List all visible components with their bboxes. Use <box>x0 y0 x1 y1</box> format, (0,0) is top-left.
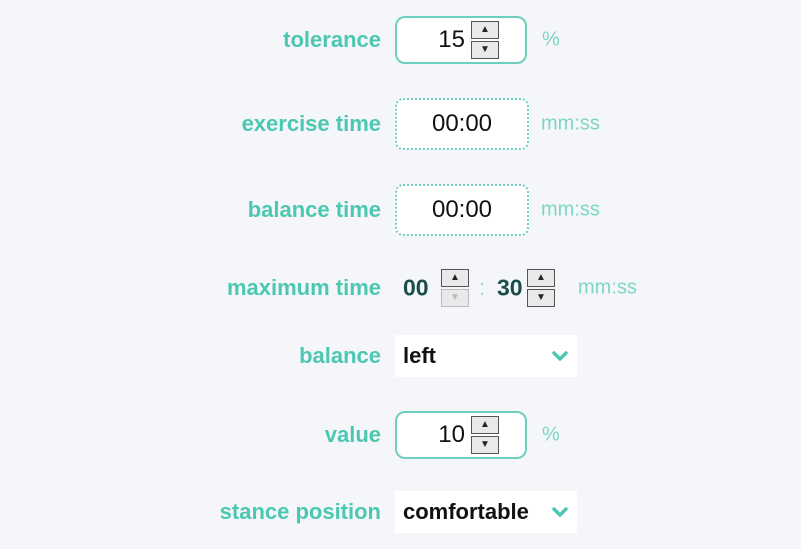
value-input[interactable]: 10 ▲ ▼ <box>395 411 527 459</box>
stance-position-dropdown[interactable]: comfortable <box>395 491 577 533</box>
tolerance-decrement-button[interactable]: ▼ <box>471 41 499 59</box>
value-unit: % <box>542 423 560 446</box>
value-stepper[interactable]: ▲ ▼ <box>471 416 499 454</box>
balance-row: balance left <box>0 326 801 386</box>
minutes-decrement-button[interactable]: ▼ <box>441 289 469 307</box>
tolerance-value: 15 <box>438 26 465 53</box>
tolerance-increment-button[interactable]: ▲ <box>471 21 499 39</box>
minutes-increment-button[interactable]: ▲ <box>441 269 469 287</box>
arrow-down-icon: ▼ <box>480 44 490 55</box>
value-increment-button[interactable]: ▲ <box>471 416 499 434</box>
balance-time-label: balance time <box>247 197 381 222</box>
arrow-down-icon: ▼ <box>480 439 490 450</box>
stance-position-row: stance position comfortable <box>0 482 801 542</box>
value-value: 10 <box>438 421 465 448</box>
chevron-down-icon <box>552 507 568 517</box>
arrow-up-icon: ▲ <box>536 272 546 283</box>
maximum-time-minutes[interactable]: 00 <box>403 275 429 302</box>
value-decrement-button[interactable]: ▼ <box>471 436 499 454</box>
arrow-up-icon: ▲ <box>480 419 490 430</box>
exercise-time-input[interactable]: 00:00 <box>395 98 529 150</box>
balance-label: balance <box>299 343 381 368</box>
value-label: value <box>324 422 381 447</box>
arrow-down-icon: ▼ <box>536 292 546 303</box>
balance-selected-value: left <box>403 343 436 368</box>
maximum-time-label: maximum time <box>226 275 381 300</box>
maximum-time-input: 00 ▲ ▼ : 30 ▲ ▼ <box>401 268 571 308</box>
seconds-stepper[interactable]: ▲ ▼ <box>527 269 555 307</box>
chevron-down-icon <box>552 351 568 361</box>
seconds-increment-button[interactable]: ▲ <box>527 269 555 287</box>
settings-panel: tolerance 15 ▲ ▼ % exercise time 00:00 m… <box>0 0 801 549</box>
stance-position-label: stance position <box>219 499 381 524</box>
stance-position-selected-value: comfortable <box>403 499 529 524</box>
exercise-time-value: 00:00 <box>431 110 493 137</box>
exercise-time-row: exercise time 00:00 mm:ss <box>0 94 801 154</box>
arrow-up-icon: ▲ <box>450 272 460 283</box>
tolerance-row: tolerance 15 ▲ ▼ % <box>0 10 801 70</box>
minutes-stepper[interactable]: ▲ ▼ <box>441 269 469 307</box>
time-separator: : <box>479 275 486 300</box>
tolerance-label: tolerance <box>283 27 381 52</box>
tolerance-unit: % <box>542 28 560 51</box>
balance-time-input[interactable]: 00:00 <box>395 184 529 236</box>
seconds-decrement-button[interactable]: ▼ <box>527 289 555 307</box>
exercise-time-unit: mm:ss <box>541 112 600 135</box>
balance-time-value: 00:00 <box>431 196 493 223</box>
tolerance-input[interactable]: 15 ▲ ▼ <box>395 16 527 64</box>
maximum-time-seconds[interactable]: 30 <box>497 275 523 302</box>
maximum-time-unit: mm:ss <box>578 276 637 299</box>
maximum-time-row: maximum time 00 ▲ ▼ : 30 ▲ ▼ mm:ss <box>0 258 801 318</box>
balance-time-unit: mm:ss <box>541 198 600 221</box>
balance-dropdown[interactable]: left <box>395 335 577 377</box>
arrow-up-icon: ▲ <box>480 24 490 35</box>
tolerance-stepper[interactable]: ▲ ▼ <box>471 21 499 59</box>
balance-time-row: balance time 00:00 mm:ss <box>0 180 801 240</box>
exercise-time-label: exercise time <box>241 111 381 136</box>
value-row: value 10 ▲ ▼ % <box>0 405 801 465</box>
arrow-down-icon: ▼ <box>450 292 460 303</box>
